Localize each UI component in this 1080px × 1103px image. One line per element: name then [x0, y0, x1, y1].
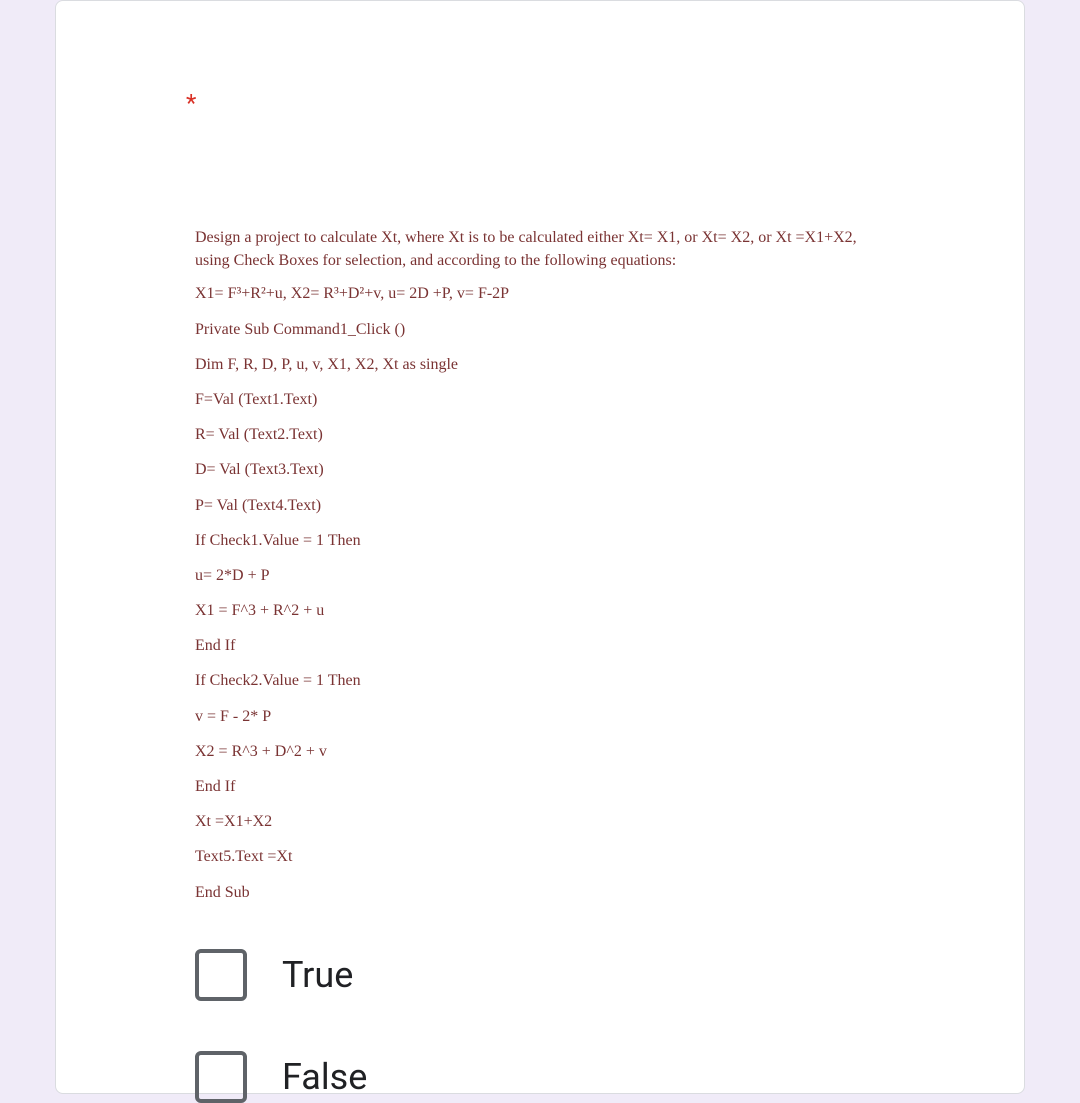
code-line: Private Sub Command1_Click () [195, 318, 885, 341]
question-content: Design a project to calculate Xt, where … [195, 226, 885, 1103]
question-description: Design a project to calculate Xt, where … [195, 226, 885, 904]
code-line: F=Val (Text1.Text) [195, 388, 885, 411]
checkbox-icon[interactable] [195, 1051, 247, 1103]
description-paragraph: Design a project to calculate Xt, where … [195, 226, 885, 272]
code-line: End Sub [195, 881, 885, 904]
code-line: Xt =X1+X2 [195, 810, 885, 833]
code-line: X1 = F^3 + R^2 + u [195, 599, 885, 622]
option-true[interactable]: True [195, 949, 885, 1001]
code-line: R= Val (Text2.Text) [195, 423, 885, 446]
code-line: D= Val (Text3.Text) [195, 458, 885, 481]
checkbox-icon[interactable] [195, 949, 247, 1001]
option-label: False [282, 1056, 367, 1098]
option-label: True [282, 954, 353, 996]
code-line: u= 2*D + P [195, 564, 885, 587]
option-false[interactable]: False [195, 1051, 885, 1103]
code-line: End If [195, 775, 885, 798]
required-star-icon: * [186, 89, 196, 117]
code-line: End If [195, 634, 885, 657]
code-line: Text5.Text =Xt [195, 845, 885, 868]
code-line: If Check1.Value = 1 Then [195, 529, 885, 552]
code-line: X2 = R^3 + D^2 + v [195, 740, 885, 763]
code-line: Dim F, R, D, P, u, v, X1, X2, Xt as sing… [195, 353, 885, 376]
code-line: If Check2.Value = 1 Then [195, 669, 885, 692]
options-group: True False [195, 949, 885, 1103]
code-line: X1= F³+R²+u, X2= R³+D²+v, u= 2D +P, v= F… [195, 282, 885, 305]
code-line: v = F - 2* P [195, 705, 885, 728]
code-line: P= Val (Text4.Text) [195, 494, 885, 517]
question-card: * Design a project to calculate Xt, wher… [55, 0, 1025, 1094]
